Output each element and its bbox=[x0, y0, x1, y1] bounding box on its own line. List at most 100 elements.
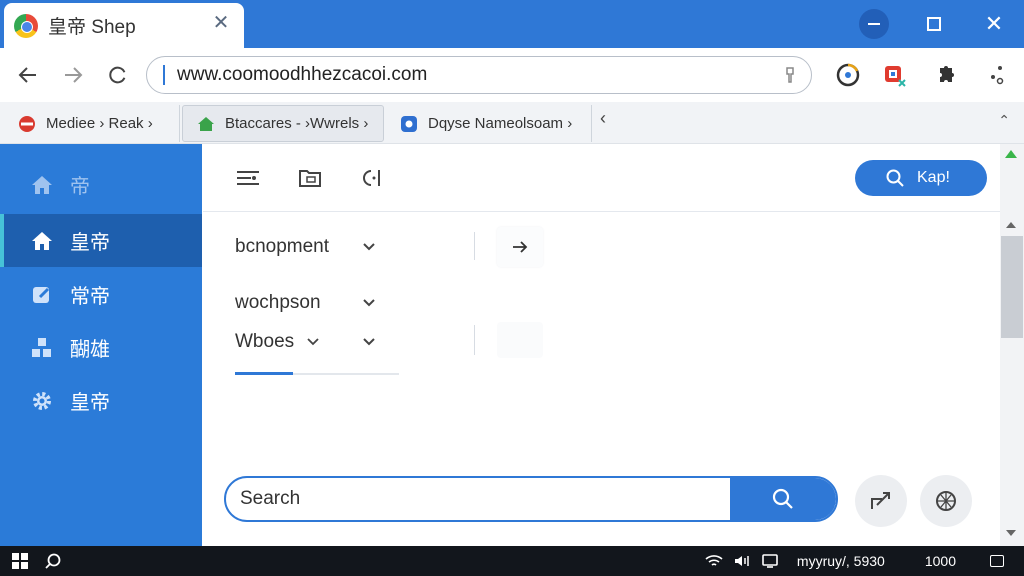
divider bbox=[474, 232, 475, 260]
sidebar-item-label: 常帝 bbox=[70, 286, 110, 308]
maximize-icon bbox=[927, 17, 941, 31]
close-window-button[interactable]: ✕ bbox=[964, 0, 1024, 48]
scroll-up-arrow-icon[interactable] bbox=[1006, 222, 1016, 228]
volume-icon[interactable] bbox=[733, 553, 751, 569]
taskbar-date[interactable]: myyruy/, 5930 bbox=[797, 553, 885, 569]
search-icon bbox=[886, 169, 904, 187]
red-bookmark-icon bbox=[19, 115, 35, 132]
wifi-icon[interactable] bbox=[705, 553, 723, 569]
sidebar: 帝 皇帝 常帝 醐雄 皇帝 bbox=[0, 144, 202, 546]
sidebar-item-blocks[interactable]: 醐雄 bbox=[0, 321, 202, 374]
bookmark-label: Mediee › Reak › bbox=[46, 115, 153, 132]
tab-underline-active bbox=[235, 372, 293, 375]
bookmark-label: Btaccares - ›Wwrels › bbox=[225, 115, 369, 132]
scroll-down-arrow-icon[interactable] bbox=[1006, 530, 1016, 536]
search-input[interactable] bbox=[226, 478, 732, 520]
chevron-down-icon bbox=[307, 338, 319, 346]
green-home-icon bbox=[198, 116, 214, 131]
browser-tab-active[interactable]: 皇帝 Shep ✕ bbox=[4, 3, 244, 48]
dropdown-2[interactable]: wochpson bbox=[235, 288, 321, 318]
gear-icon bbox=[30, 389, 54, 413]
primary-action-button[interactable]: Kap! bbox=[855, 160, 987, 196]
edit-icon bbox=[30, 283, 54, 307]
url-text: www.coomoodhhezcacoi.com bbox=[177, 64, 428, 85]
folder-icon[interactable] bbox=[297, 166, 323, 190]
divider bbox=[474, 325, 475, 355]
sidebar-item-label: 皇帝 bbox=[70, 392, 110, 414]
browser-favicon-icon bbox=[14, 13, 38, 38]
forward-button[interactable] bbox=[58, 60, 88, 90]
title-bar: 皇帝 Shep ✕ ✕ bbox=[0, 0, 1024, 48]
address-bar[interactable]: www.coomoodhhezcacoi.com bbox=[146, 56, 812, 94]
menu-icon[interactable] bbox=[984, 62, 1010, 88]
dropdown-3[interactable]: Wboes bbox=[235, 327, 320, 357]
browser-toolbar: www.coomoodhhezcacoi.com bbox=[0, 48, 1024, 102]
display-icon[interactable] bbox=[761, 553, 779, 569]
minimize-icon bbox=[859, 9, 889, 39]
arrow-left-icon bbox=[18, 67, 36, 83]
bookmark-item[interactable]: Dqyse Nameolsoam › bbox=[386, 105, 592, 142]
scrollbar[interactable] bbox=[1000, 144, 1024, 546]
primary-button-label: Kap! bbox=[917, 169, 950, 186]
sidebar-item-home[interactable]: 皇帝 bbox=[0, 214, 202, 267]
share-icon bbox=[871, 492, 890, 509]
system-tray: myyruy/, 5930 1000 bbox=[705, 546, 1004, 576]
sidebar-item-edit[interactable]: 常帝 bbox=[0, 268, 202, 321]
dropdown-label: wochpson bbox=[235, 292, 321, 313]
dropdown-label: Wboes bbox=[235, 331, 295, 352]
bookmark-label: Dqyse Nameolsoam › bbox=[428, 115, 573, 132]
key-icon[interactable] bbox=[783, 66, 797, 84]
sidebar-header-label: 帝 bbox=[70, 176, 90, 198]
search-icon[interactable] bbox=[44, 552, 62, 570]
taskbar: myyruy/, 5930 1000 bbox=[0, 546, 1024, 576]
arrow-right-icon bbox=[65, 67, 83, 83]
dropdown-label: bcnopment bbox=[235, 236, 330, 257]
minimize-button[interactable] bbox=[844, 0, 904, 48]
bookmarks-bar: Mediee › Reak › Btaccares - ›Wwrels › Dq… bbox=[0, 102, 1024, 144]
secondary-button[interactable] bbox=[497, 322, 543, 358]
search-bar bbox=[224, 476, 838, 522]
sidebar-header[interactable]: 帝 bbox=[30, 170, 90, 199]
home-icon bbox=[30, 229, 54, 253]
taskbar-time[interactable]: 1000 bbox=[925, 553, 956, 569]
windows-start-icon[interactable] bbox=[12, 553, 28, 569]
tab-title: 皇帝 Shep bbox=[48, 17, 136, 38]
chevron-down-icon[interactable] bbox=[362, 335, 376, 349]
sidebar-item-label: 醐雄 bbox=[70, 339, 110, 361]
dropdown-1[interactable]: bcnopment bbox=[235, 232, 329, 262]
search-page-icon[interactable] bbox=[359, 166, 385, 190]
blocks-icon bbox=[30, 336, 54, 360]
blue-app-icon bbox=[401, 115, 417, 132]
text-caret bbox=[163, 65, 165, 85]
extension-chrome-icon[interactable] bbox=[835, 62, 861, 88]
search-icon bbox=[772, 488, 793, 509]
back-button[interactable] bbox=[13, 60, 43, 90]
extension-colorful-icon[interactable] bbox=[882, 62, 908, 88]
bookmark-item[interactable]: Mediee › Reak › bbox=[4, 105, 180, 142]
scroll-indicator-icon bbox=[1005, 150, 1017, 158]
sidebar-item-settings[interactable]: 皇帝 bbox=[0, 374, 202, 427]
bookmarks-back-icon[interactable]: ‹ bbox=[600, 108, 606, 129]
tab-close-icon[interactable]: ✕ bbox=[212, 13, 230, 33]
reload-icon bbox=[109, 66, 126, 84]
chevron-down-icon[interactable] bbox=[362, 296, 376, 310]
home-icon bbox=[32, 175, 52, 194]
extension-puzzle-icon[interactable] bbox=[933, 62, 959, 88]
close-icon: ✕ bbox=[984, 11, 1004, 36]
globe-icon bbox=[936, 491, 956, 511]
maximize-button[interactable] bbox=[904, 0, 964, 48]
sidebar-item-label: 皇帝 bbox=[70, 232, 110, 254]
notification-icon[interactable] bbox=[990, 555, 1004, 567]
scrollbar-thumb[interactable] bbox=[1001, 236, 1023, 338]
go-button[interactable] bbox=[497, 227, 543, 267]
bookmarks-more-icon[interactable]: ⌃ bbox=[998, 112, 1010, 129]
search-button[interactable] bbox=[730, 478, 836, 520]
reload-button[interactable] bbox=[103, 60, 133, 90]
bookmark-item[interactable]: Btaccares - ›Wwrels › bbox=[182, 105, 384, 142]
globe-button[interactable] bbox=[920, 475, 972, 527]
arrow-right-icon bbox=[513, 241, 528, 253]
filter-list-icon[interactable] bbox=[235, 166, 261, 190]
share-button[interactable] bbox=[855, 475, 907, 527]
window-controls: ✕ bbox=[844, 0, 1024, 48]
chevron-down-icon[interactable] bbox=[362, 240, 376, 254]
